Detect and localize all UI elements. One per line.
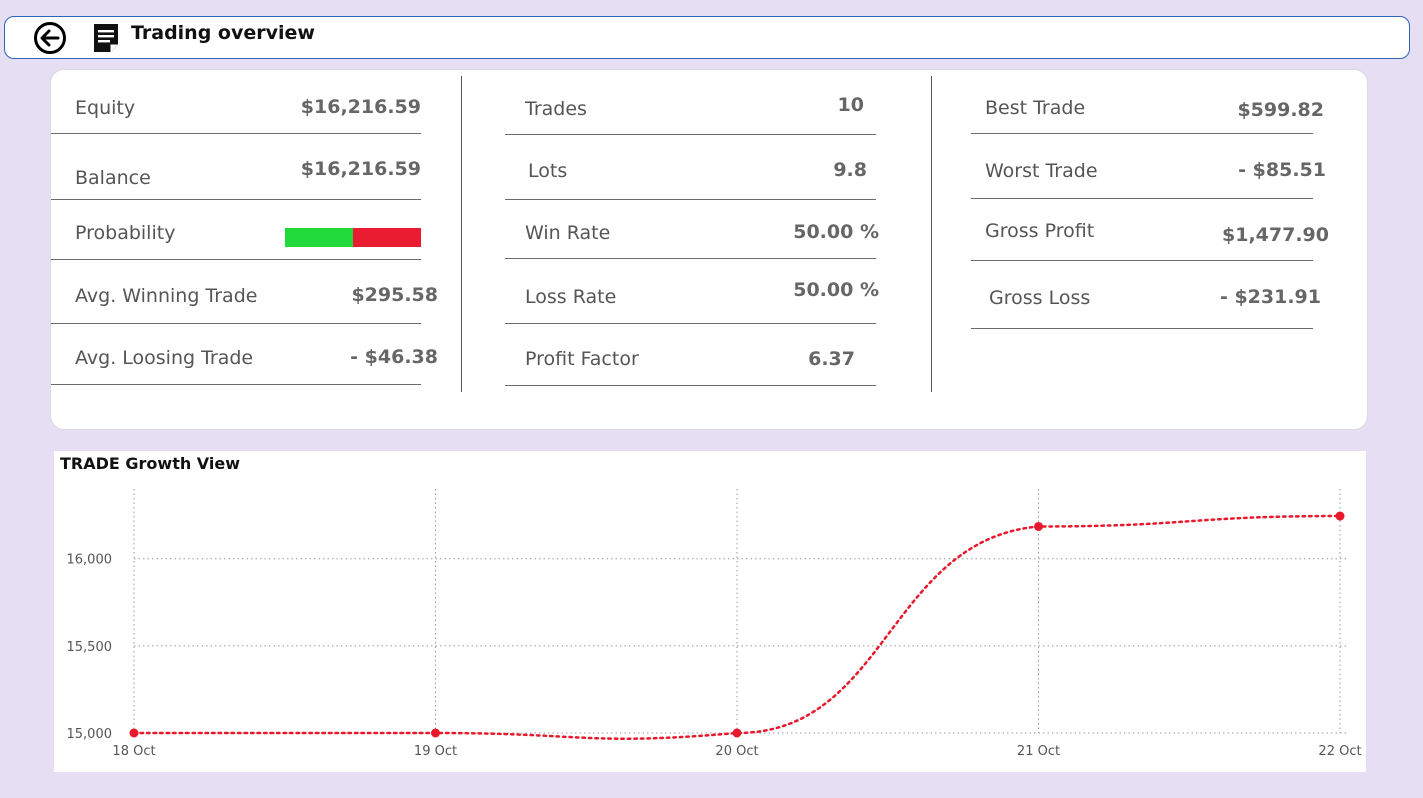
data-point	[129, 728, 139, 738]
stat-row-avg-winning-trade: Avg. Winning Trade $295.58	[51, 260, 438, 324]
y-tick-label: 15,500	[67, 640, 113, 655]
stat-value: 10	[837, 94, 864, 116]
x-tick-label: 18 Oct	[112, 744, 155, 759]
stat-value: 9.8	[833, 159, 867, 181]
stat-label: Probability	[75, 222, 176, 244]
stat-label: Best Trade	[985, 97, 1086, 119]
stat-value: - $46.38	[350, 346, 438, 368]
data-point	[431, 728, 440, 738]
x-tick-label: 19 Oct	[414, 744, 457, 759]
stat-row-gross-profit: Gross Profit $1,477.90	[971, 199, 1329, 261]
stat-value: - $231.91	[1219, 286, 1321, 308]
stat-label: Worst Trade	[985, 160, 1098, 182]
document-icon	[94, 24, 118, 52]
stat-label: Gross Loss	[989, 287, 1091, 309]
stat-row-trades: Trades 10	[505, 70, 876, 135]
stat-label: Lots	[528, 160, 568, 182]
page-title: Trading overview	[131, 22, 315, 44]
stat-value: $16,216.59	[300, 96, 421, 118]
row-divider	[971, 328, 1313, 329]
stat-value: $295.58	[351, 284, 438, 306]
stat-row-probability: Probability	[51, 200, 421, 260]
probability-win-segment	[285, 228, 353, 247]
stat-value: $599.82	[1237, 99, 1324, 121]
data-point	[732, 728, 742, 738]
stat-row-worst-trade: Worst Trade - $85.51	[971, 134, 1326, 199]
stat-label: Profit Factor	[525, 348, 639, 370]
probability-loss-segment	[353, 228, 421, 247]
stat-value: 50.00 %	[793, 221, 879, 243]
stat-label: Loss Rate	[525, 286, 617, 308]
stat-row-balance: Balance $16,216.59	[51, 134, 421, 200]
stat-value: 6.37	[808, 348, 855, 370]
stat-label: Avg. Loosing Trade	[75, 347, 254, 369]
x-tick-label: 21 Oct	[1017, 744, 1060, 759]
stat-value: 50.00 %	[793, 279, 879, 301]
stat-label: Trades	[525, 98, 587, 120]
stat-row-avg-loosing-trade: Avg. Loosing Trade - $46.38	[51, 324, 438, 385]
back-arrow-circle-icon[interactable]	[33, 21, 67, 55]
x-tick-label: 20 Oct	[715, 744, 758, 759]
stat-label: Avg. Winning Trade	[75, 285, 258, 307]
stat-value: $1,477.90	[1222, 224, 1329, 246]
stat-row-best-trade: Best Trade $599.82	[971, 70, 1324, 134]
data-point	[1034, 521, 1043, 531]
row-divider	[51, 384, 421, 385]
column-divider	[931, 76, 932, 392]
stat-label: Equity	[75, 97, 136, 119]
stat-row-lots: Lots 9.8	[505, 135, 876, 200]
trade-growth-chart: TRADE Growth View 15,000 15,500 16,000 18 O…	[54, 451, 1366, 772]
stat-label: Win Rate	[525, 222, 611, 244]
stats-card: Equity $16,216.59 Balance $16,216.59 Pro…	[50, 69, 1368, 430]
stat-row-profit-factor: Profit Factor 6.37	[505, 324, 876, 386]
stat-label: Balance	[75, 167, 151, 189]
y-tick-label: 15,000	[67, 727, 113, 742]
probability-bar	[285, 228, 421, 247]
y-tick-label: 16,000	[67, 553, 113, 568]
stat-row-loss-rate: Loss Rate 50.00 %	[505, 259, 879, 324]
row-divider	[505, 385, 876, 386]
stat-row-win-rate: Win Rate 50.00 %	[505, 200, 879, 259]
stat-label: Gross Profit	[985, 220, 1095, 242]
chart-plot: 15,000 15,500 16,000 18 Oct 19 Oct 20 Oct 21 O…	[67, 489, 1362, 759]
column-divider	[461, 76, 462, 392]
data-point	[1335, 511, 1345, 521]
stat-row-equity: Equity $16,216.59	[51, 70, 421, 134]
stat-value: - $85.51	[1238, 159, 1326, 181]
x-tick-label: 22 Oct	[1318, 744, 1361, 759]
header-bar: Trading overview	[4, 16, 1410, 59]
stat-row-gross-loss: Gross Loss - $231.91	[971, 261, 1321, 329]
stat-value: $16,216.59	[300, 158, 421, 180]
